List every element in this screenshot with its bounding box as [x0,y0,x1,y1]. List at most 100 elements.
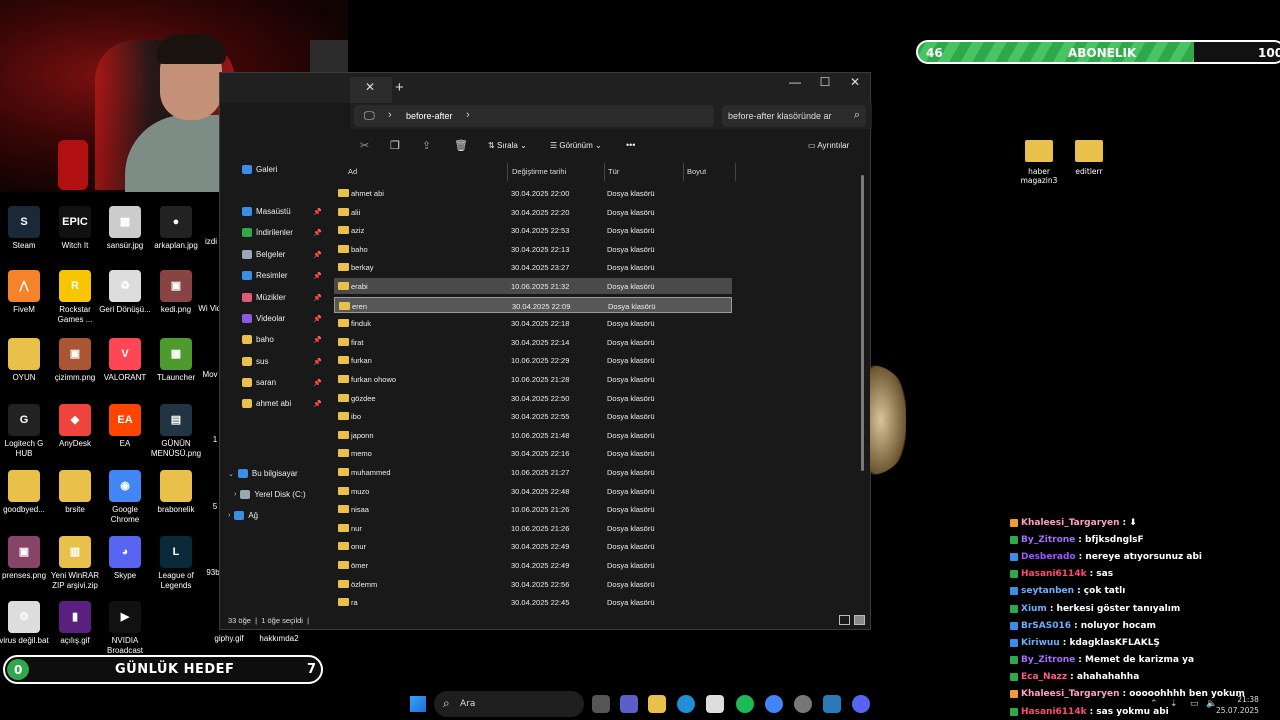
sidebar-item[interactable]: baho 📌 [242,335,322,344]
sidebar-item[interactable]: saran 📌 [242,378,322,387]
sidebar-item[interactable]: Belgeler 📌 [242,250,322,259]
search-input[interactable]: before-after klasöründe ar ⌕ [722,105,866,127]
file-row[interactable]: ibo 30.04.2025 22:55 Dosya klasörü [334,408,732,424]
chat-username[interactable]: Hasani6114k [1021,569,1087,579]
app-icon[interactable] [823,695,841,713]
edge-icon[interactable] [677,695,695,713]
file-row[interactable]: eren 30.04.2025 22:09 Dosya klasörü [334,296,732,313]
chevron-up-icon[interactable]: ⌃ [1150,699,1158,709]
task-view-icon[interactable] [592,695,610,713]
spotify-icon[interactable] [736,695,754,713]
tiles-view-icon[interactable] [854,615,865,625]
desktop-icon[interactable]: ⋀ FiveM [0,270,52,315]
more-options-button[interactable]: ••• [626,140,635,150]
clock[interactable]: 21:38 25.07.2025 [1216,694,1259,716]
store-icon[interactable] [706,695,724,713]
file-explorer-icon[interactable] [648,695,666,713]
column-header-name[interactable]: Ad [348,167,357,176]
chat-username[interactable]: Khaleesi_Targaryen [1021,518,1120,528]
view-button[interactable]: ☰ Görünüm ⌄ [550,141,602,150]
chat-username[interactable]: BrSAS016 [1021,621,1071,631]
new-tab-button[interactable]: + [395,79,404,96]
chat-username[interactable]: Xium [1021,604,1047,614]
desktop-icon[interactable]: ▮ açılış.gif [47,601,103,646]
desktop-icon-hakkimda2[interactable]: hakkımda2 [256,634,302,644]
file-row[interactable]: gözdee 30.04.2025 22:50 Dosya klasörü [334,390,732,406]
details-button[interactable]: ▭ Ayrıntılar [808,141,849,150]
sidebar-item[interactable]: İndirilenler 📌 [242,228,322,237]
file-row[interactable]: berkay 30.04.2025 23:27 Dosya klasörü [334,259,732,275]
desktop-icon[interactable]: R Rockstar Games ... [47,270,103,325]
desktop-icon[interactable]: OYUN [0,338,52,383]
desktop-icon[interactable]: EA EA [97,404,153,449]
breadcrumb[interactable]: before-after [406,111,453,121]
desktop-icon[interactable]: ▥ Yeni WinRAR ZIP arşivi.zip [47,536,103,591]
column-header-date[interactable]: Değiştirme tarihi [512,167,566,176]
file-row[interactable]: nisaa 10.06.2025 21:26 Dosya klasörü [334,501,732,517]
cut-icon[interactable]: ✂ [360,139,369,152]
chat-username[interactable]: By_Zitrone [1021,655,1075,665]
copy-icon[interactable]: ❐ [390,139,400,152]
desktop-icon[interactable]: brabonelik [148,470,204,515]
desktop-icon[interactable]: ▣ prenses.png [0,536,52,581]
sort-button[interactable]: ⇅ Sırala ⌄ [488,141,527,150]
teams-icon[interactable] [620,695,638,713]
chat-username[interactable]: seytanben [1021,586,1074,596]
chat-username[interactable]: Eca_Nazz [1021,672,1067,682]
desktop-icon[interactable]: ▶ NVIDIA Broadcast [97,601,153,656]
file-row[interactable]: japonn 10.06.2025 21:48 Dosya klasörü [334,427,732,443]
desktop-icon[interactable]: S Steam [0,206,52,251]
desktop-icon[interactable]: ▤ GÜNÜN MENÜSÜ.png [148,404,204,459]
file-row[interactable]: ahmet abi 30.04.2025 22:00 Dosya klasörü [334,185,732,201]
desktop-icon[interactable]: ◉ Google Chrome [97,470,153,525]
chat-username[interactable]: Kiriwuu [1021,638,1060,648]
column-header-size[interactable]: Boyut [687,167,706,176]
file-row[interactable]: firat 30.04.2025 22:14 Dosya klasörü [334,334,732,350]
file-row[interactable]: alii 30.04.2025 22:20 Dosya klasörü [334,204,732,220]
desktop-icon[interactable]: ⚙ virus değil.bat [0,601,52,646]
tab-close-icon[interactable]: ✕ [365,80,375,94]
desktop-icon[interactable]: ▣ kedi.png [148,270,204,315]
tree-item-this-pc[interactable]: ⌄ Bu bilgisayar [228,469,298,478]
desktop-icon[interactable]: ◆ AnyDesk [47,404,103,449]
display-tray-icon[interactable]: ▭ [1190,699,1199,709]
desktop-icon[interactable]: goodbyed... [0,470,52,515]
file-row[interactable]: muhammed 10.06.2025 21:27 Dosya klasörü [334,464,732,480]
file-row[interactable]: onur 30.04.2025 22:49 Dosya klasörü [334,538,732,554]
address-input[interactable]: 🖵 › before-after › [354,105,714,127]
file-row[interactable]: furkan ohowo 10.06.2025 21:28 Dosya klasör… [334,371,732,387]
file-row[interactable]: memo 30.04.2025 22:16 Dosya klasörü [334,445,732,461]
delete-icon[interactable]: 🗑 [454,139,468,152]
column-header-type[interactable]: Tür [608,167,619,176]
sidebar-item[interactable]: Resimler 📌 [242,271,322,280]
desktop-icon[interactable]: ▦ sansür.jpg [97,206,153,251]
file-row[interactable]: baho 30.04.2025 22:13 Dosya klasörü [334,241,732,257]
chrome-icon[interactable] [765,695,783,713]
sidebar-item[interactable]: ahmet abi 📌 [242,399,322,408]
desktop-icon-giphy[interactable]: giphy.gif [208,634,250,644]
vertical-scrollbar[interactable] [861,175,864,471]
tree-item-local-disk[interactable]: › Yerel Disk (C:) [234,490,306,499]
chat-username[interactable]: Desberado [1021,552,1076,562]
details-view-icon[interactable] [839,615,850,625]
desktop-icon[interactable]: ◕ Skype [97,536,153,581]
desktop-icon[interactable]: L League of Legends [148,536,204,591]
file-row[interactable]: ömer 30.04.2025 22:49 Dosya klasörü [334,557,732,573]
share-icon[interactable]: ⇪ [422,139,431,152]
file-row[interactable]: özlemm 30.04.2025 22:56 Dosya klasörü [334,576,732,592]
desktop-icon[interactable]: G Logitech G HUB [0,404,52,459]
file-row[interactable]: ra 30.04.2025 22:45 Dosya klasörü [334,594,732,610]
taskbar-search[interactable]: ⌕ Ara [434,691,584,717]
maximize-button[interactable]: ☐ [810,75,840,95]
desktop-icon[interactable]: V VALORANT [97,338,153,383]
desktop-icon-haber-magazin3[interactable]: haber magazin3 [1014,140,1064,185]
network-tray-icon[interactable]: ⇣ [1170,699,1178,709]
sidebar-item[interactable]: Müzikler 📌 [242,293,322,302]
desktop-icon[interactable]: ▣ çizimm.png [47,338,103,383]
file-row[interactable]: erabi 10.06.2025 21:32 Dosya klasörü [334,278,732,294]
file-row[interactable]: aziz 30.04.2025 22:53 Dosya klasörü [334,222,732,238]
obs-icon[interactable] [794,695,812,713]
file-row[interactable]: finduk 30.04.2025 22:18 Dosya klasörü [334,315,732,331]
minimize-button[interactable]: — [780,75,810,95]
desktop-icon[interactable]: EPIC Witch It [47,206,103,251]
